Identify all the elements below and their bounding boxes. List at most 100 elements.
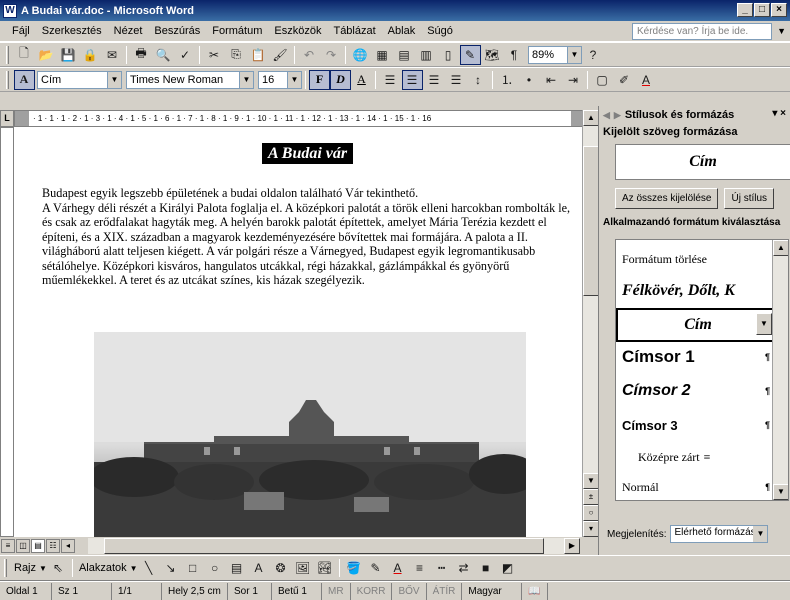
style-item-heading-1[interactable]: Címsor 1 ¶ [616,340,774,374]
help-search-input[interactable]: Kérdése van? Írja be ide. [632,23,772,40]
style-list-scrollbar[interactable]: ▲ ▼ [772,240,788,500]
new-style-button[interactable]: Új stílus [724,188,775,209]
line-style-icon[interactable]: ≡ [409,558,430,578]
decrease-indent-icon[interactable]: ⇤ [541,70,562,90]
forward-icon[interactable]: ▶ [614,110,621,121]
styles-pane-icon[interactable]: A [13,69,35,90]
document-map-icon[interactable]: 🗺 [482,45,503,65]
horizontal-scrollbar[interactable]: ▶ [88,538,580,554]
wordart-icon[interactable]: A [248,558,269,578]
style-dropdown-icon[interactable]: ▼ [756,313,772,335]
select-all-button[interactable]: Az összes kijelölése [615,188,719,209]
scroll-thumb[interactable] [583,146,599,296]
help-dropdown-icon[interactable]: ▼ [777,26,786,36]
3d-icon[interactable]: ◩ [497,558,518,578]
maximize-button[interactable]: □ [754,3,770,17]
style-item-title[interactable]: Cím ▼ [616,308,774,342]
style-item-normal[interactable]: Normál ¶ [616,470,774,500]
text-box-icon[interactable]: ▤ [226,558,247,578]
hyperlink-icon[interactable]: 🌐 [350,45,371,65]
underline-button[interactable]: A [351,70,372,90]
web-view-icon[interactable]: ◫ [16,539,30,553]
show-select[interactable]: Elérhető formázás ▼ [670,525,769,543]
open-folder-icon[interactable]: 📂 [36,45,57,65]
columns-icon[interactable]: ▯ [438,45,459,65]
reading-view-icon[interactable]: ◂ [61,539,75,553]
bullets-icon[interactable]: • [519,70,540,90]
chevron-down-icon[interactable]: ▼ [39,564,47,573]
selected-style-box[interactable]: Cím [615,144,790,180]
menu-file[interactable]: Fájl [6,25,36,37]
toolbar-grip[interactable] [6,70,9,89]
highlight-icon[interactable]: ✐ [614,70,635,90]
menu-format[interactable]: Formátum [206,25,268,37]
line-color-icon[interactable]: ✎ [365,558,386,578]
task-pane-close-icon[interactable]: ▾ × [772,108,786,119]
status-track-changes[interactable]: KORR [351,582,393,600]
menu-tools[interactable]: Eszközök [268,25,327,37]
status-overtype[interactable]: ÁTÍR [427,582,463,600]
print-preview-icon[interactable]: 🔍 [153,45,174,65]
scroll-down-icon[interactable]: ▼ [773,484,788,500]
buda-castle-photo[interactable] [94,332,526,537]
zoom-select[interactable]: 89% ▼ [528,45,582,64]
menu-window[interactable]: Ablak [382,25,422,37]
scroll-up-icon[interactable]: ▲ [583,110,599,126]
autoshapes-menu-button[interactable]: Alakzatok [76,562,130,574]
arrow-icon[interactable]: ↘ [160,558,181,578]
oval-icon[interactable]: ○ [204,558,225,578]
align-right-icon[interactable]: ☰ [424,70,445,90]
status-macro-record[interactable]: MR [322,582,351,600]
align-left-icon[interactable]: ☰ [380,70,401,90]
new-document-icon[interactable]: 🗋 [14,45,35,65]
next-page-icon[interactable]: ▾ [583,521,599,537]
chevron-down-icon[interactable]: ▼ [287,71,301,88]
spelling-icon[interactable]: ✓ [175,45,196,65]
redo-icon[interactable]: ↷ [321,45,342,65]
toolbar-grip[interactable] [6,45,9,64]
rectangle-icon[interactable]: □ [182,558,203,578]
arrow-style-icon[interactable]: ⇄ [453,558,474,578]
style-list[interactable]: Formátum törlése Félkövér, Dőlt, K Cím ▼… [615,239,789,501]
increase-indent-icon[interactable]: ⇥ [563,70,584,90]
select-objects-icon[interactable]: ⇖ [47,558,68,578]
align-center-icon[interactable]: ☰ [401,69,423,90]
line-icon[interactable]: ╲ [138,558,159,578]
italic-button[interactable]: D [330,69,351,90]
tab-selector[interactable]: L [0,110,14,127]
print-icon[interactable]: 🖶 [131,45,152,65]
cut-icon[interactable]: ✂ [204,45,225,65]
document-area[interactable]: A Budai vár Budapest egyik legszebb épül… [14,127,582,537]
numbering-icon[interactable]: ⒈ [497,70,518,90]
horizontal-ruler[interactable]: · 1 · 1 · 1 · 2 · 1 · 3 · 1 · 4 · 1 · 5 … [14,110,584,127]
document-title[interactable]: A Budai vár [262,143,354,164]
font-size-select[interactable]: 16 ▼ [258,70,302,89]
scroll-down-icon[interactable]: ▼ [583,473,599,489]
paragraph-1[interactable]: Budapest egyik legszebb épületének a bud… [42,186,572,201]
status-extend[interactable]: BŐV [392,582,427,600]
tables-borders-icon[interactable]: ▦ [372,45,393,65]
show-formatting-icon[interactable]: ¶ [504,45,525,65]
border-icon[interactable]: ▢ [592,70,613,90]
hscroll-thumb[interactable] [104,538,544,554]
save-icon[interactable]: 💾 [58,45,79,65]
shadow-icon[interactable]: ■ [475,558,496,578]
print-layout-view-icon[interactable]: ▤ [31,539,45,553]
minimize-button[interactable]: _ [737,3,753,17]
style-select[interactable]: Cím ▼ [37,70,122,89]
paste-icon[interactable]: 📋 [248,45,269,65]
insert-table-icon[interactable]: ▤ [394,45,415,65]
chevron-down-icon[interactable]: ▼ [239,71,253,88]
style-item-bold-italic[interactable]: Félkövér, Dőlt, K [616,274,774,308]
menu-view[interactable]: Nézet [108,25,149,37]
chevron-down-icon[interactable]: ▼ [567,46,581,63]
style-item-heading-2[interactable]: Címsor 2 ¶ [616,374,774,408]
chevron-down-icon[interactable]: ▼ [753,526,768,542]
paragraph-2[interactable]: A Várhegy déli részét a Királyi Palota f… [42,201,572,288]
chevron-down-icon[interactable]: ▼ [130,564,138,573]
diagram-icon[interactable]: ❂ [270,558,291,578]
toolbar-grip[interactable] [4,559,7,577]
insert-excel-icon[interactable]: ▥ [416,45,437,65]
menu-insert[interactable]: Beszúrás [148,25,206,37]
spelling-status-icon[interactable]: 📖 [522,582,548,600]
